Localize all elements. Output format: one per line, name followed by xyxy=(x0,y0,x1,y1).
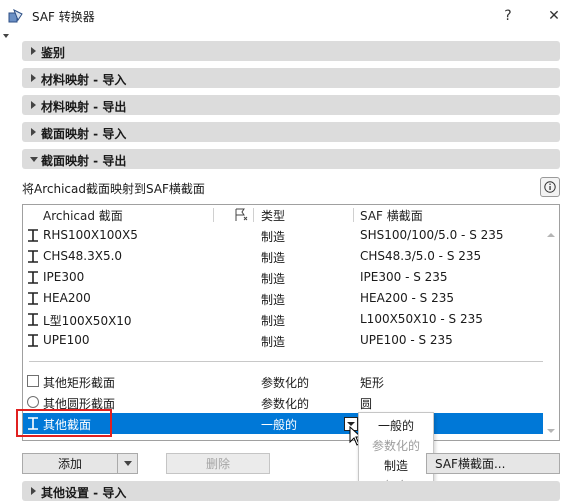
saf-profile[interactable]: SHS100/100/5.0 - S 235 xyxy=(360,228,504,242)
section-profile-import[interactable]: 截面映射 - 导入 xyxy=(22,122,560,142)
saf-profile[interactable]: 圆 xyxy=(360,395,372,412)
profile-type[interactable]: 制造 xyxy=(261,228,285,245)
ibeam-icon xyxy=(28,250,38,263)
profile-name: 其他截面 xyxy=(43,418,92,432)
add-dropdown-button[interactable] xyxy=(117,453,138,474)
profile-type[interactable]: 参数化的 xyxy=(261,395,309,412)
ibeam-icon xyxy=(28,292,38,305)
ibeam-icon xyxy=(28,313,38,326)
app-icon xyxy=(8,8,23,23)
saf-profile[interactable]: L100X50X10 - S 235 xyxy=(360,312,483,326)
saf-profile-button-label: SAF横截面... xyxy=(435,457,506,471)
help-icon: ? xyxy=(504,8,512,24)
section-label: 材料映射 - 导出 xyxy=(41,100,127,114)
table-row-other-circle[interactable]: 其他圆形截面 参数化的 圆 xyxy=(23,392,543,413)
help-button[interactable]: ? xyxy=(485,0,531,32)
side-collapse-icon[interactable] xyxy=(3,34,9,38)
add-button-label: 添加 xyxy=(57,457,82,471)
profile-type[interactable]: 参数化的 xyxy=(261,374,309,391)
profile-name: UPE100 xyxy=(43,333,90,347)
window-title: SAF 转换器 xyxy=(32,10,95,24)
table-row-other-rect[interactable]: 其他矩形截面 参数化的 矩形 xyxy=(23,371,543,392)
ibeam-icon xyxy=(28,271,38,284)
table-row[interactable]: UPE100 制造 UPE100 - S 235 xyxy=(23,330,543,351)
section-material-export[interactable]: 材料映射 - 导出 xyxy=(22,95,560,115)
table-row-other-selected[interactable]: 其他截面 一般的 xyxy=(23,413,543,434)
section-label: 鉴别 xyxy=(41,46,66,60)
list-scrollbar[interactable] xyxy=(543,225,559,440)
table-row[interactable]: HEA200 制造 HEA200 - S 235 xyxy=(23,288,543,309)
column-separator[interactable] xyxy=(253,208,254,222)
profile-name: 其他矩形截面 xyxy=(43,376,116,390)
delete-button[interactable]: 删除 xyxy=(166,453,270,474)
profile-type[interactable]: 制造 xyxy=(261,291,285,308)
title-bar: SAF 转换器 ? ✕ xyxy=(0,0,577,32)
section-label: 截面映射 - 导入 xyxy=(41,127,127,141)
section-label: 截面映射 - 导出 xyxy=(41,154,127,168)
expand-arrow-icon xyxy=(31,101,36,109)
profile-name: IPE300 xyxy=(43,270,85,284)
table-row[interactable]: IPE300 制造 IPE300 - S 235 xyxy=(23,267,543,288)
profile-type[interactable]: 制造 xyxy=(261,312,285,329)
menu-item-manufactured[interactable]: 制造 xyxy=(359,457,433,474)
close-button[interactable]: ✕ xyxy=(531,0,577,32)
column-separator[interactable] xyxy=(213,208,214,222)
saf-profile[interactable]: IPE300 - S 235 xyxy=(360,270,448,284)
profile-name: CHS48.3X5.0 xyxy=(43,249,123,263)
profile-name: HEA200 xyxy=(43,291,91,305)
profile-type[interactable]: 制造 xyxy=(261,270,285,287)
expand-arrow-icon xyxy=(31,487,36,495)
info-button[interactable] xyxy=(540,177,560,197)
flag-icon[interactable] xyxy=(234,208,248,222)
add-button[interactable]: 添加 xyxy=(22,453,118,474)
column-separator[interactable] xyxy=(353,208,354,222)
table-row[interactable]: RHS100X100X5 制造 SHS100/100/5.0 - S 235 xyxy=(23,225,543,246)
profile-type[interactable]: 一般的 xyxy=(261,416,297,433)
column-header-archicad[interactable]: Archicad 截面 xyxy=(43,207,123,224)
expand-arrow-icon xyxy=(31,74,36,82)
list-divider xyxy=(29,361,543,362)
section-label: 其他设置 - 导入 xyxy=(41,486,127,500)
menu-item-parametric: 参数化的 xyxy=(371,439,420,453)
checkbox-icon[interactable] xyxy=(27,375,39,387)
profile-name: L型100X50X10 xyxy=(43,314,132,328)
scroll-up-icon[interactable] xyxy=(547,233,555,237)
ibeam-icon xyxy=(28,417,38,430)
profile-type[interactable]: 制造 xyxy=(261,333,285,350)
profile-type[interactable]: 制造 xyxy=(261,249,285,266)
section-material-import[interactable]: 材料映射 - 导入 xyxy=(22,68,560,88)
column-header-type[interactable]: 类型 xyxy=(261,207,285,224)
section-identification[interactable]: 鉴别 xyxy=(22,41,560,61)
saf-profile[interactable]: HEA200 - S 235 xyxy=(360,291,454,305)
section-description: 将Archicad截面映射到SAF横截面 xyxy=(22,182,205,196)
delete-button-label: 删除 xyxy=(205,457,230,471)
menu-item-general[interactable]: 一般的 xyxy=(359,417,433,434)
section-other-import[interactable]: 其他设置 - 导入 xyxy=(22,481,560,501)
section-profile-export[interactable]: 截面映射 - 导出 xyxy=(22,149,560,169)
profile-name: 其他圆形截面 xyxy=(43,397,116,411)
scroll-down-icon[interactable] xyxy=(547,429,555,433)
saf-profile[interactable]: CHS48.3/5.0 - S 235 xyxy=(360,249,481,263)
column-header-saf[interactable]: SAF 横截面 xyxy=(360,207,423,224)
expand-arrow-icon xyxy=(31,128,36,136)
saf-profile[interactable]: 矩形 xyxy=(360,374,384,391)
profile-name: RHS100X100X5 xyxy=(43,228,138,242)
collapse-arrow-icon xyxy=(30,157,38,162)
radio-icon[interactable] xyxy=(27,396,39,408)
ibeam-icon xyxy=(28,334,38,347)
profile-mapping-list[interactable]: Archicad 截面 类型 SAF 横截面 RHS100X100X5 制造 S… xyxy=(22,204,560,441)
section-label: 材料映射 - 导入 xyxy=(41,73,127,87)
saf-profile[interactable]: UPE100 - S 235 xyxy=(360,333,453,347)
ibeam-icon xyxy=(28,229,38,242)
expand-arrow-icon xyxy=(31,47,36,55)
saf-profile-button[interactable]: SAF横截面... xyxy=(426,453,560,474)
table-row[interactable]: CHS48.3X5.0 制造 CHS48.3/5.0 - S 235 xyxy=(23,246,543,267)
table-row[interactable]: L型100X50X10 制造 L100X50X10 - S 235 xyxy=(23,309,543,330)
close-icon: ✕ xyxy=(548,8,560,24)
info-icon xyxy=(544,181,556,193)
